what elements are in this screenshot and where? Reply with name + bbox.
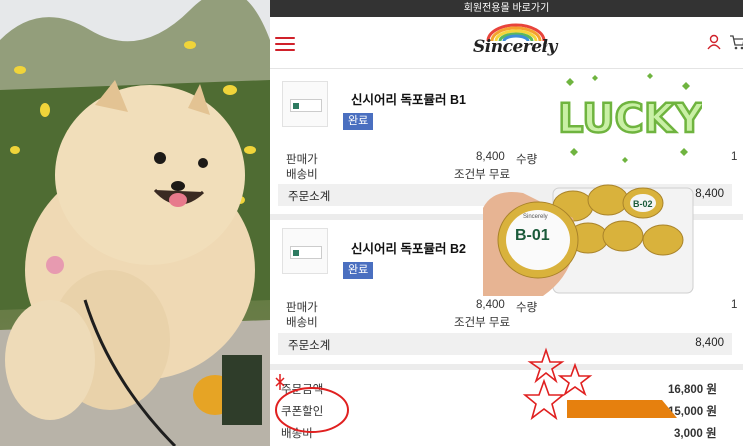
order-subtotal: 주문소계 8,400 (278, 333, 732, 355)
user-icon[interactable] (707, 34, 721, 50)
svg-text:Sincerely: Sincerely (523, 214, 548, 220)
svg-text:B-02: B-02 (633, 199, 653, 209)
subtotal-label: 주문소계 (288, 191, 331, 203)
product-photo-sticker: B-02 Sincerely B-01 (483, 168, 698, 296)
status-badge: 완료 (343, 262, 374, 279)
product-name[interactable]: 신시어리 독포뮬러 B1 (351, 89, 466, 108)
lucky-hearts-icon: LUCKY (557, 73, 706, 163)
subtotal-value: 8,400 (695, 188, 724, 200)
quantity-label: 수량 (516, 302, 538, 314)
member-mall-link[interactable]: 회원전용몰 바로가기 (270, 0, 743, 17)
price-label: 판매가 (286, 302, 318, 314)
site-header: Sincerely ® (270, 17, 743, 69)
pomeranian-illustration (0, 0, 270, 446)
summary-shipping-value: 3,000 원 (674, 428, 717, 440)
total-value: 16,800 원 (668, 384, 717, 396)
menu-icon[interactable] (275, 37, 295, 51)
subtotal-label: 주문소계 (288, 340, 331, 352)
shipping-value: 조건부 무료 (454, 317, 511, 329)
subtotal-value: 8,400 (695, 337, 724, 349)
quantity-label: 수량 (516, 154, 538, 166)
red-stars-doodle (522, 347, 593, 421)
cart-icon[interactable] (729, 34, 743, 50)
sincerely-logo[interactable]: Sincerely ® (470, 23, 557, 61)
shipping-label: 배송비 (286, 317, 318, 329)
dog-photo (0, 0, 270, 446)
svg-text:B-01: B-01 (515, 227, 550, 244)
price-value: 8,400 (476, 299, 505, 311)
price-value: 8,400 (476, 151, 505, 163)
status-badge: 완료 (343, 113, 374, 130)
lucky-sticker: LUCKY (552, 72, 706, 172)
product-thumbnail[interactable] (282, 228, 328, 274)
red-circle-scribble (275, 374, 349, 433)
product-thumbnail[interactable] (282, 81, 328, 127)
svg-text:LUCKY: LUCKY (558, 96, 702, 142)
product-name[interactable]: 신시어리 독포뮬러 B2 (351, 238, 466, 257)
price-label: 판매가 (286, 154, 318, 166)
product-cans-illustration: B-02 Sincerely B-01 (483, 184, 694, 296)
quantity-value: 1 (731, 151, 738, 163)
shipping-label: 배송비 (286, 169, 318, 181)
quantity-value: 1 (731, 299, 738, 311)
